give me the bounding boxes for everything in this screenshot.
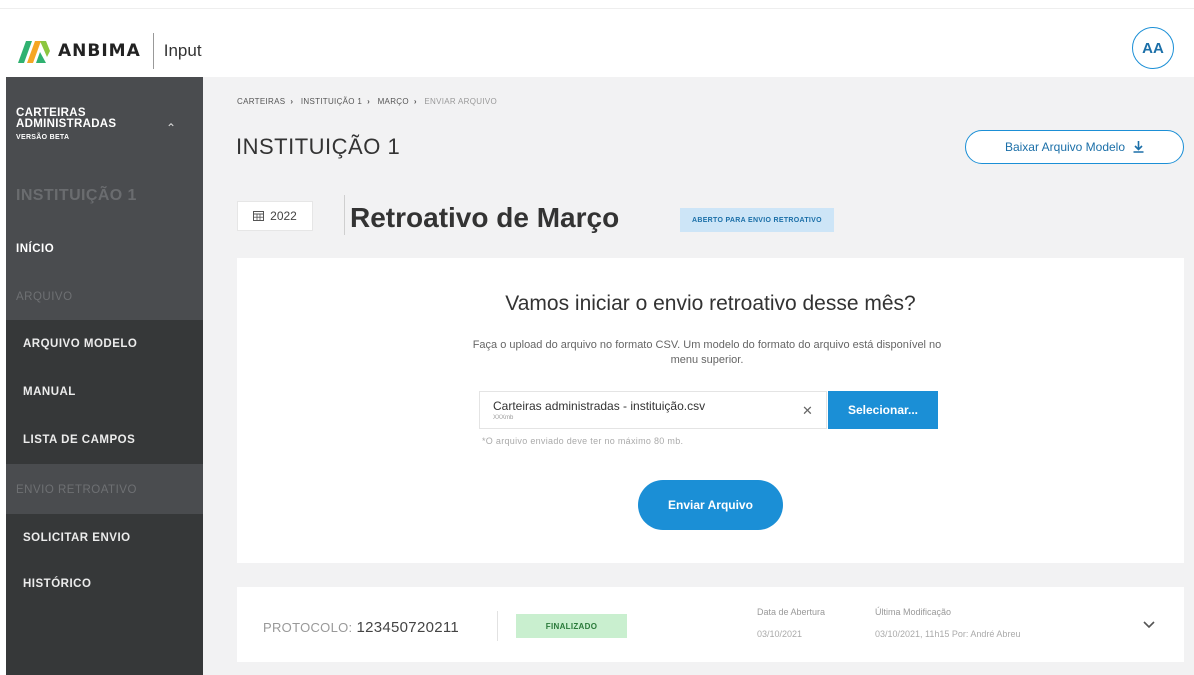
file-size-note: *O arquivo enviado deve ter no máximo 80…	[482, 436, 684, 446]
upload-description: Faça o upload do arquivo no formato CSV.…	[472, 339, 942, 366]
protocol-status-badge: FINALIZADO	[516, 614, 627, 638]
file-size: XXXmb	[493, 415, 514, 421]
modified-label: Última Modificação	[875, 607, 952, 617]
logo-divider	[152, 33, 154, 69]
status-badge: ABERTO PARA ENVIO RETROATIVO	[680, 208, 834, 232]
top-header: ANBIMA Input AA	[0, 8, 1194, 77]
protocol-label: PROTOCOLO: 123450720211	[263, 619, 459, 636]
breadcrumb-item-current: ENVIAR ARQUIVO	[424, 97, 498, 106]
chevron-down-icon[interactable]	[1142, 617, 1156, 631]
sidebar-item-historico[interactable]: HISTÓRICO	[6, 562, 203, 675]
download-icon	[1133, 141, 1144, 153]
opening-date-label: Data de Abertura	[757, 607, 826, 617]
modified-value: 03/10/2021, 11h15 Por: André Abreu	[875, 629, 1021, 639]
sidebar-product-version: VERSÃO BETA	[16, 134, 70, 141]
download-template-button[interactable]: Baixar Arquivo Modelo	[965, 130, 1184, 164]
breadcrumb-item-marco[interactable]: MARÇO	[378, 97, 409, 106]
sidebar-item-inicio[interactable]: INÍCIO	[6, 225, 203, 273]
breadcrumb-separator-icon: ›	[413, 97, 417, 106]
upload-heading: Vamos iniciar o envio retroativo desse m…	[505, 292, 916, 315]
page-title: INSTITUIÇÃO 1	[236, 134, 401, 159]
calendar-icon	[253, 211, 265, 221]
sidebar-institution: INSTITUIÇÃO 1	[16, 187, 137, 204]
breadcrumb-separator-icon: ›	[290, 97, 294, 106]
sidebar: CARTEIRAS ADMINISTRADAS VERSÃO BETA ⌃ IN…	[6, 77, 203, 675]
brand-name: ANBIMA	[58, 41, 141, 61]
year-selector[interactable]: 2022	[237, 201, 313, 231]
sidebar-section-envio-retroativo: ENVIO RETROATIVO	[6, 466, 203, 514]
upload-card: Vamos iniciar o envio retroativo desse m…	[237, 258, 1184, 563]
download-template-label: Baixar Arquivo Modelo	[1004, 140, 1126, 154]
sidebar-section-arquivo: ARQUIVO	[16, 291, 73, 303]
title-divider	[344, 195, 345, 235]
app-name: Input	[163, 41, 202, 60]
sidebar-item-arquivo-modelo[interactable]: ARQUIVO MODELO	[6, 320, 203, 368]
opening-date-value: 03/10/2021	[757, 629, 803, 639]
protocol-row[interactable]: PROTOCOLO: 123450720211 FINALIZADO Data d…	[237, 587, 1184, 662]
file-input[interactable]: Carteiras administradas - instituição.cs…	[479, 391, 827, 429]
chevron-up-icon[interactable]: ⌃	[166, 121, 176, 135]
clear-file-icon[interactable]: ✕	[802, 403, 813, 419]
sidebar-product-title: CARTEIRAS ADMINISTRADAS	[16, 107, 117, 130]
anbima-logo[interactable]: ANBIMA Input	[18, 33, 202, 69]
sidebar-product-header[interactable]: CARTEIRAS ADMINISTRADAS VERSÃO BETA ⌃	[6, 77, 203, 177]
month-title: Retroativo de Março	[350, 202, 620, 233]
main-content: CARTEIRAS › INSTITUIÇÃO 1 › MARÇO › ENVIAR …	[203, 77, 1194, 675]
breadcrumb-item-carteiras[interactable]: CARTEIRAS	[237, 97, 285, 106]
user-avatar[interactable]: AA	[1132, 27, 1174, 69]
send-file-button[interactable]: Enviar Arquivo	[638, 480, 783, 530]
file-name: Carteiras administradas - instituição.cs…	[493, 399, 706, 413]
sidebar-item-solicitar-envio[interactable]: SOLICITAR ENVIO	[6, 514, 203, 562]
breadcrumb: CARTEIRAS › INSTITUIÇÃO 1 › MARÇO › ENVIAR …	[237, 97, 497, 106]
breadcrumb-item-instituicao[interactable]: INSTITUIÇÃO 1	[301, 97, 362, 106]
protocol-number: 123450720211	[356, 619, 460, 636]
sidebar-item-manual[interactable]: MANUAL	[6, 368, 203, 416]
sidebar-item-lista-de-campos[interactable]: LISTA DE CAMPOS	[6, 416, 203, 464]
protocol-divider	[497, 611, 498, 641]
protocol-label-text: PROTOCOLO:	[263, 620, 353, 635]
anbima-logo-icon	[18, 41, 50, 63]
select-file-button[interactable]: Selecionar...	[828, 391, 938, 429]
year-value: 2022	[270, 209, 297, 223]
breadcrumb-separator-icon: ›	[367, 97, 371, 106]
